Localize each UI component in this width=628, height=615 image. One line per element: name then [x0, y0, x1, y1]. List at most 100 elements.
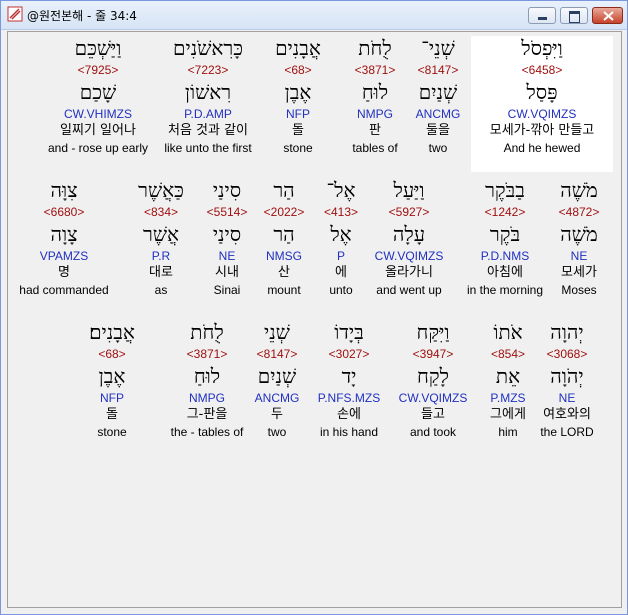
word-column[interactable]: וַיַּעַל <5927> עָלָה CW.VQIMZS 올라가니 and went… — [375, 176, 444, 298]
korean-gloss: 판 — [369, 123, 381, 138]
lemma-word: עָלָה — [392, 222, 426, 246]
english-gloss: like unto the first — [164, 141, 252, 155]
app-icon — [7, 6, 23, 22]
word-column[interactable]: יְהוָה <3068> יְהֹוָה NE 여호와의 the LORD — [540, 318, 593, 440]
lemma-word: לוּחַ — [193, 364, 221, 388]
word-column[interactable]: וַיִּפְסֹל <6458> פָּסַל CW.VQIMZS 모세가-깎아 만들… — [490, 34, 595, 156]
strongs-number[interactable]: <68> — [275, 62, 321, 78]
english-gloss: mount — [267, 283, 301, 297]
hebrew-word: יְהוָה — [550, 320, 584, 344]
english-gloss: in the morning — [466, 283, 544, 297]
word-column[interactable]: אֹתוֹ <854> אֵת P.MZS 그에게 him — [490, 318, 526, 440]
morph-code: CW.VQIMZS — [398, 391, 468, 405]
korean-gloss: 두 — [271, 407, 283, 422]
morph-code: NMPG — [357, 107, 393, 121]
morph-code: NE — [570, 249, 588, 263]
hebrew-word: סִינַי — [212, 178, 242, 202]
strongs-number[interactable]: <68> — [89, 346, 135, 362]
word-column[interactable]: כַּאֲשֶׁר <834> אֲשֶׁר P.R 대로 as — [138, 176, 184, 298]
english-gloss: stone — [97, 425, 127, 439]
korean-gloss: 들고 — [421, 407, 445, 422]
word-column[interactable]: וַיִּקַּח <3947> לָקַח CW.VQIMZS 들고 and took — [399, 318, 468, 440]
strongs-number[interactable]: <854> — [490, 346, 526, 362]
word-column[interactable]: שְׁנֵי <8147> שְׁנַיִם ANCMG 두 two — [255, 318, 300, 440]
word-column[interactable]: שְׁנֵי־ <8147> שְׁנַיִם ANCMG 둘을 two — [416, 34, 461, 156]
morph-code: NFP — [100, 391, 124, 405]
maximize-icon — [569, 11, 580, 23]
strongs-number[interactable]: <2022> — [264, 204, 305, 220]
morph-code: CW.VQIMZS — [507, 107, 577, 121]
korean-gloss: 대로 — [149, 265, 173, 280]
morph-code: P.R — [151, 249, 171, 263]
maximize-button[interactable] — [560, 7, 588, 24]
korean-gloss: 산 — [278, 265, 290, 280]
hebrew-word: כַּאֲשֶׁר — [138, 178, 184, 202]
strongs-number[interactable]: <6680> — [19, 204, 108, 220]
word-column[interactable]: לֻחֹת <3871> לוּחַ NMPG 그-판을 the - tables of — [171, 318, 244, 440]
lemma-word: יָד — [341, 364, 357, 388]
korean-gloss: 둘을 — [426, 123, 450, 138]
strongs-number[interactable]: <7223> — [164, 62, 251, 78]
hebrew-word: שְׁנֵי־ — [421, 36, 455, 60]
strongs-number[interactable]: <3871> — [352, 62, 397, 78]
korean-gloss: 아침에 — [487, 265, 523, 280]
strongs-number[interactable]: <3947> — [399, 346, 468, 362]
lemma-word: לוּחַ — [361, 80, 389, 104]
lemma-word: אֲשֶׁר — [142, 222, 179, 246]
word-column[interactable]: כָּרִאשֹׁנִים <7223> רִאשׁוֹן P.D.AMP 처음 것과 … — [164, 34, 251, 156]
word-column[interactable]: אֶל־ <413> אֶל P 에 unto — [324, 176, 358, 298]
strongs-number[interactable]: <413> — [324, 204, 358, 220]
word-column[interactable]: סִינַי <5514> סִינַי NE 시내 Sinai — [207, 176, 248, 298]
word-column[interactable]: בְּיָדוֹ <3027> יָד P.NFS.MZS 손에 in his hand — [318, 318, 380, 440]
english-gloss: two — [267, 425, 287, 439]
word-column[interactable]: לֻחֹת <3871> לוּחַ NMPG 판 tables of — [352, 34, 397, 156]
hebrew-word: צִוָּה — [50, 178, 78, 202]
strongs-number[interactable]: <7925> — [48, 62, 148, 78]
korean-gloss: 그-판을 — [186, 407, 228, 422]
morph-code: NMPG — [189, 391, 225, 405]
morph-code: VPAMZS — [39, 249, 89, 263]
strongs-number[interactable]: <1242> — [467, 204, 543, 220]
minimize-button[interactable] — [528, 7, 556, 24]
strongs-number[interactable]: <3068> — [540, 346, 593, 362]
morph-code: NFP — [286, 107, 310, 121]
interlinear-view[interactable]: וַיִּפְסֹל <6458> פָּסַל CW.VQIMZS 모세가-깎아 만들… — [7, 31, 622, 608]
korean-gloss: 여호와의 — [543, 407, 591, 422]
lemma-word: מֹשֶׁה — [560, 222, 598, 246]
close-button[interactable] — [592, 7, 623, 24]
strongs-number[interactable]: <834> — [138, 204, 184, 220]
word-column[interactable]: וַיַּשְׁכֵּם <7925> שָׁכַם CW.VHIMZS 일찌기 일어나… — [48, 34, 148, 156]
hebrew-word: וַיַּעַל — [393, 178, 425, 202]
strongs-number[interactable]: <6458> — [490, 62, 595, 78]
word-column[interactable]: הַר <2022> הַר NMSG 산 mount — [264, 176, 305, 298]
word-column[interactable]: צִוָּה <6680> צָוָה VPAMZS 명 had commanded — [19, 176, 108, 298]
strongs-number[interactable]: <3871> — [171, 346, 244, 362]
close-icon — [603, 11, 614, 21]
word-column[interactable]: אֲבָנִים <68> אֶבֶן NFP 돌 stone — [275, 34, 321, 156]
strongs-number[interactable]: <5514> — [207, 204, 248, 220]
word-column[interactable]: בַבֹּקֶר <1242> בֹּקֶר P.D.NMS 아침에 in the mor… — [467, 176, 543, 298]
strongs-number[interactable]: <8147> — [416, 62, 461, 78]
english-gloss: unto — [329, 283, 353, 297]
morph-code: ANCMG — [415, 107, 461, 121]
word-column[interactable]: מֹשֶׁה <4872> מֹשֶׁה NE 모세가 Moses — [559, 176, 600, 298]
strongs-number[interactable]: <8147> — [255, 346, 300, 362]
lemma-word: אֶבֶן — [284, 80, 312, 104]
morph-code: CW.VQIMZS — [374, 249, 444, 263]
word-column[interactable]: אֲבָנִים׃ <68> אֶבֶן NFP 돌 stone — [89, 318, 135, 440]
hebrew-word: שְׁנֵי — [264, 320, 290, 344]
english-gloss: him — [498, 425, 518, 439]
strongs-number[interactable]: <4872> — [559, 204, 600, 220]
strongs-number[interactable]: <3027> — [318, 346, 380, 362]
english-gloss: and went up — [376, 283, 442, 297]
lemma-word: שְׁנַיִם — [257, 364, 297, 388]
english-gloss: and - rose up early — [47, 141, 149, 155]
english-gloss: two — [428, 141, 448, 155]
korean-gloss: 에 — [335, 265, 347, 280]
strongs-number[interactable]: <5927> — [375, 204, 444, 220]
korean-gloss: 처음 것과 같이 — [167, 123, 249, 138]
hebrew-word: הַר — [273, 178, 295, 202]
morph-code: P.D.AMP — [184, 107, 232, 121]
hebrew-word: אֲבָנִים׃ — [89, 320, 135, 344]
title-bar[interactable]: @원전본해 - 줄 34:4 — [1, 1, 627, 30]
